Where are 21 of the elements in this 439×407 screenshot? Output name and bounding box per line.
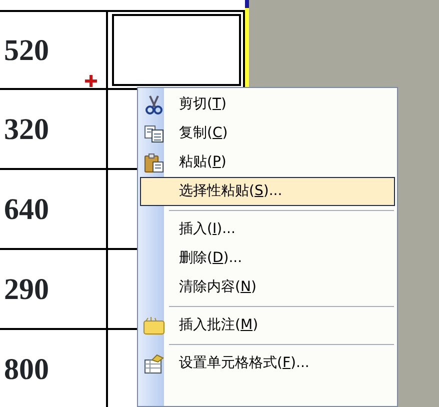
- menu-item[interactable]: 粘贴(P): [140, 148, 395, 177]
- menu-item[interactable]: 复制(C): [140, 119, 395, 148]
- cell-value: 520: [3, 32, 49, 68]
- copy-icon: [144, 124, 164, 142]
- format-cells-icon: [144, 354, 164, 374]
- menu-item[interactable]: 删除(D)...: [140, 244, 395, 273]
- menu-item[interactable]: 插入(I)...: [140, 215, 395, 244]
- scissors-icon: [145, 94, 163, 114]
- menu-item[interactable]: 选择性粘贴(S)...: [140, 177, 395, 206]
- menu-item[interactable]: 剪切(T): [140, 90, 395, 119]
- plus-icon: [84, 74, 98, 88]
- menu-item[interactable]: 插入批注(M): [140, 311, 395, 340]
- menu-item[interactable]: 清除内容(N): [140, 273, 395, 302]
- cell-value: 800: [3, 352, 49, 388]
- cell-value: 640: [3, 192, 49, 228]
- menu-item[interactable]: 设置单元格格式(F)...: [140, 349, 395, 378]
- cell-value: 320: [3, 112, 49, 148]
- clipboard-icon: [144, 152, 164, 172]
- cell-value: 290: [3, 272, 49, 308]
- note-icon: [143, 316, 165, 334]
- table-cell[interactable]: [108, 10, 245, 90]
